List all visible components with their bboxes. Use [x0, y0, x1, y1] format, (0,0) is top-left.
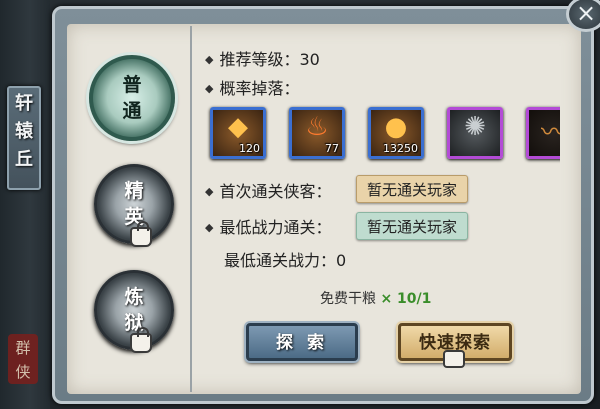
drop-item[interactable]: ♨ 77	[289, 107, 345, 159]
seal-text: 群侠	[15, 339, 31, 381]
drop-item-count: 13250	[383, 142, 418, 155]
recommend-label: 推荐等级：	[219, 50, 300, 69]
drop-item[interactable]: ✺	[447, 107, 503, 159]
close-icon: ×	[575, 0, 597, 27]
lowest-power-row: ◆ 最低战力通关：	[205, 214, 331, 238]
difficulty-normal-button[interactable]: 普 通	[89, 55, 175, 141]
recommend-row: ◆ 推荐等级：30	[205, 46, 320, 70]
gold-ingot-icon: ◆	[228, 112, 248, 142]
dark-orb-icon: ✺	[464, 112, 486, 142]
drop-item-count: 77	[325, 142, 339, 155]
free-rations: 免费干粮 × 10/1	[320, 288, 431, 308]
drop-item-count: 120	[239, 142, 260, 155]
diamond-bullet-icon: ◆	[205, 82, 214, 95]
seal-stamp: 群侠	[8, 334, 38, 384]
root-herb-icon: 〰	[529, 112, 560, 149]
location-name: 轩辕丘	[15, 93, 33, 170]
recommend-value: 30	[299, 50, 320, 69]
difficulty-elite-button[interactable]: 精 英	[94, 164, 174, 247]
free-rations-count: × 10/1	[380, 291, 432, 307]
drops-label: 概率掉落：	[219, 79, 300, 98]
first-clear-value-badge[interactable]: 暂无通关玩家	[356, 175, 469, 203]
drop-items-row: ◆ 120 ♨ 77 ● 13250 ✺ 〰 ✦	[210, 107, 560, 159]
diamond-bullet-icon: ◆	[205, 221, 214, 234]
difficulty-purgatory-button[interactable]: 炼 狱	[94, 270, 174, 353]
drop-items-list: ◆ 120 ♨ 77 ● 13250 ✺ 〰 ✦	[205, 100, 560, 166]
coin-pile-icon: ●	[384, 112, 408, 142]
difficulty-normal-label: 普	[122, 74, 142, 96]
free-rations-label: 免费干粮	[320, 291, 376, 307]
lowest-power-value-row: 最低通关战力：0	[224, 247, 346, 271]
lowest-power-value-badge[interactable]: 暂无通关玩家	[356, 212, 469, 240]
difficulty-normal-label-2: 通	[122, 100, 142, 122]
location-plate: 轩辕丘	[7, 86, 41, 190]
drops-row: ◆ 概率掉落：	[205, 75, 299, 99]
lowest-power-label: 最低战力通关：	[219, 218, 332, 237]
explore-button[interactable]: 探 索	[246, 323, 358, 361]
diamond-bullet-icon: ◆	[205, 53, 214, 66]
lock-icon	[443, 350, 465, 368]
location-sidebar: 轩辕丘 群侠	[0, 0, 50, 409]
lowest-power-value-label: 最低通关战力：	[224, 251, 337, 270]
lowest-power-value: 0	[336, 251, 347, 270]
panel-divider	[190, 26, 192, 392]
lock-icon	[130, 221, 152, 247]
lock-icon	[130, 327, 152, 353]
first-clear-row: ◆ 首次通关侠客：	[205, 178, 331, 202]
first-clear-label: 首次通关侠客：	[219, 182, 332, 201]
diamond-bullet-icon: ◆	[205, 185, 214, 198]
fire-warrior-icon: ♨	[305, 112, 329, 142]
drop-item[interactable]: 〰	[526, 107, 560, 159]
drop-item[interactable]: ● 13250	[368, 107, 424, 159]
drop-item[interactable]: ◆ 120	[210, 107, 266, 159]
